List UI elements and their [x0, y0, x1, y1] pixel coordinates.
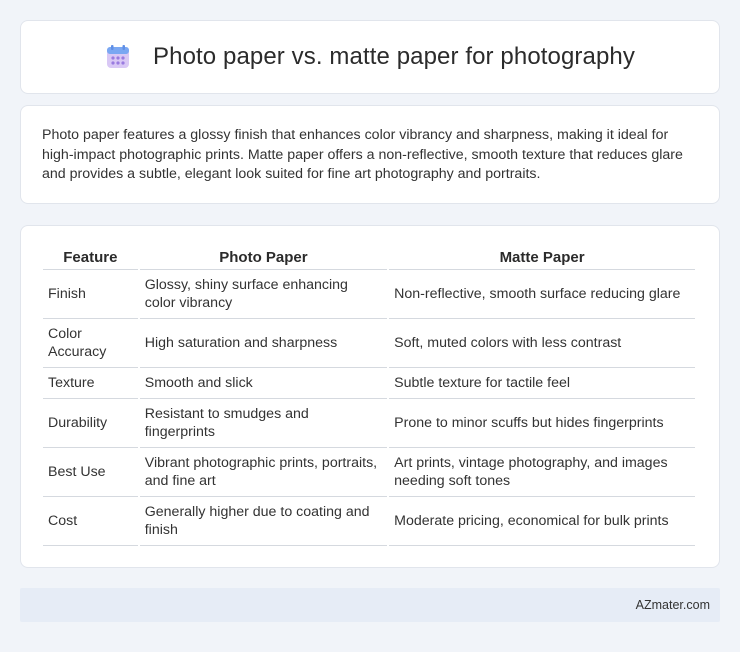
cell-matte-paper: Subtle texture for tactile feel: [389, 368, 695, 399]
cell-feature: Durability: [43, 399, 138, 448]
cell-feature: Best Use: [43, 448, 138, 497]
cell-feature: Texture: [43, 368, 138, 399]
header-feature: Feature: [43, 246, 138, 270]
page-title: Photo paper vs. matte paper for photogra…: [153, 43, 635, 70]
cell-feature: Color Accuracy: [43, 319, 138, 368]
intro-card: Photo paper features a glossy finish tha…: [20, 105, 720, 204]
table-row: Color Accuracy High saturation and sharp…: [43, 319, 695, 368]
footer-bar: AZmater.com: [20, 588, 720, 622]
table-row: Cost Generally higher due to coating and…: [43, 497, 695, 546]
cell-matte-paper: Art prints, vintage photography, and ima…: [389, 448, 695, 497]
cell-photo-paper: High saturation and sharpness: [139, 319, 388, 368]
comparison-table: Feature Photo Paper Matte Paper Finish G…: [41, 246, 697, 546]
cell-photo-paper: Glossy, shiny surface enhancing color vi…: [139, 270, 388, 319]
title-card: Photo paper vs. matte paper for photogra…: [20, 20, 720, 94]
cell-photo-paper: Resistant to smudges and fingerprints: [139, 399, 388, 448]
intro-paragraph: Photo paper features a glossy finish tha…: [42, 127, 683, 182]
footer-site-link[interactable]: AZmater.com: [636, 598, 710, 612]
table-row: Durability Resistant to smudges and fing…: [43, 399, 695, 448]
cell-matte-paper: Non-reflective, smooth surface reducing …: [389, 270, 695, 319]
comparison-table-card: Feature Photo Paper Matte Paper Finish G…: [20, 225, 720, 568]
header-photo-paper: Photo Paper: [139, 246, 388, 270]
cell-photo-paper: Smooth and slick: [139, 368, 388, 399]
table-row: Finish Glossy, shiny surface enhancing c…: [43, 270, 695, 319]
cell-feature: Cost: [43, 497, 138, 546]
table-row: Texture Smooth and slick Subtle texture …: [43, 368, 695, 399]
table-header-row: Feature Photo Paper Matte Paper: [43, 246, 695, 270]
cell-matte-paper: Moderate pricing, economical for bulk pr…: [389, 497, 695, 546]
cell-photo-paper: Generally higher due to coating and fini…: [139, 497, 388, 546]
cell-matte-paper: Soft, muted colors with less contrast: [389, 319, 695, 368]
cell-photo-paper: Vibrant photographic prints, portraits, …: [139, 448, 388, 497]
cell-feature: Finish: [43, 270, 138, 319]
header-matte-paper: Matte Paper: [389, 246, 695, 270]
calendar-icon: [105, 44, 131, 70]
table-row: Best Use Vibrant photographic prints, po…: [43, 448, 695, 497]
cell-matte-paper: Prone to minor scuffs but hides fingerpr…: [389, 399, 695, 448]
